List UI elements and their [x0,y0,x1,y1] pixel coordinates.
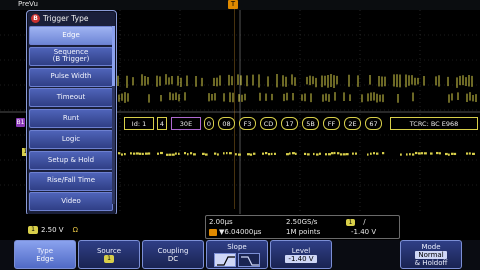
level-softkey[interactable]: Level -1.40 V [270,240,332,269]
type-label: Type [36,246,54,255]
b-trigger-icon: B [31,13,40,23]
trigger-ch-badge: 1 [346,218,355,226]
bus-packet: FF [323,117,340,130]
bus-packet: 4 [157,117,167,130]
bus-packet: 17 [281,117,298,130]
mode-label: Mode [421,242,441,251]
source-softkey[interactable]: Source 1 [78,240,140,269]
bus-packet: 5B [302,117,319,130]
ch1-badge: 1 [28,226,38,234]
trigger-type-option[interactable]: Timeout [29,88,113,108]
coupling-softkey[interactable]: Coupling DC [142,240,204,269]
bus-channel-marker[interactable]: B1 [16,118,25,127]
trigger-type-option[interactable]: Setup & Hold [29,150,113,170]
trigger-position-value: ▼6.04000μs [219,228,262,236]
bus-packet: 67 [365,117,382,130]
level-label: Level [291,246,311,255]
rising-edge-icon[interactable] [214,252,236,267]
falling-edge-icon[interactable] [238,252,260,267]
slope-symbol: / [363,218,366,226]
bus-packet: 30E [171,117,201,130]
mode-softkey[interactable]: Mode Normal & Holdoff [400,240,462,269]
trigger-source-readout: 1 / [346,218,366,226]
mode-value-2: & Holdoff [414,258,448,267]
bus-packet: 0 [204,117,214,130]
top-status-bar: PreVu T [0,0,480,10]
trigger-type-option[interactable]: Sequence (B Trigger) [29,46,113,66]
trigger-type-menu: B Trigger Type Edge Sequence (B Trigger) P… [26,10,117,216]
slope-options [214,252,260,267]
bus-packet: CD [260,117,277,130]
bandwidth-icon: Ω [72,226,78,234]
scrollbar-thumb[interactable] [112,26,115,86]
trigger-type-title: B Trigger Type [27,12,116,24]
coupling-value: DC [167,254,179,263]
trigger-level-readout: -1.40 V [351,228,377,236]
bus-packet: 2E [344,117,361,130]
trigger-type-option[interactable]: Edge [29,26,113,45]
source-label: Source [96,246,122,255]
bus-packet: Id: 1 [124,117,154,130]
trigger-position-marker[interactable]: T [228,0,238,9]
trigger-type-list: Edge Sequence (B Trigger) Pulse Width Timeo… [29,26,113,213]
mode-value: Normal [415,250,447,259]
record-length: 1M points [286,228,321,236]
type-softkey[interactable]: Type Edge [14,240,76,269]
bus-packet: F3 [239,117,256,130]
trigger-type-option[interactable]: Runt [29,109,113,129]
trigger-t-icon [209,228,217,236]
trigger-type-option[interactable]: Rise/Fall Time [29,171,113,191]
ch1-scale-readout[interactable]: 1 2.50 V Ω [28,226,78,234]
level-value: -1.40 V [285,254,317,263]
trigger-position-readout: ▼6.04000μs [209,228,261,236]
type-value: Edge [36,254,54,263]
trigger-type-option[interactable]: Logic [29,129,113,149]
ch1-volts-per-div: 2.50 V [41,226,64,234]
trigger-type-option[interactable]: Video [29,192,113,212]
trigger-type-title-text: Trigger Type [43,13,89,23]
slope-softkey[interactable]: Slope [206,240,268,269]
bus-packet: TCRC: BC E968 [390,117,478,130]
bus-packet: 08 [218,117,235,130]
slope-label: Slope [227,242,247,251]
prevu-label: PreVu [18,0,38,8]
acquisition-readout[interactable]: 2.00μs ▼6.04000μs 2.50GS/s 1M points 1 /… [205,215,400,239]
coupling-label: Coupling [157,246,189,255]
sample-rate: 2.50GS/s [286,218,318,226]
source-value: 1 [104,254,114,263]
trigger-type-option[interactable]: Pulse Width [29,67,113,87]
trigger-menu-scrollbar[interactable] [112,26,115,204]
time-per-div: 2.00μs [209,218,233,226]
